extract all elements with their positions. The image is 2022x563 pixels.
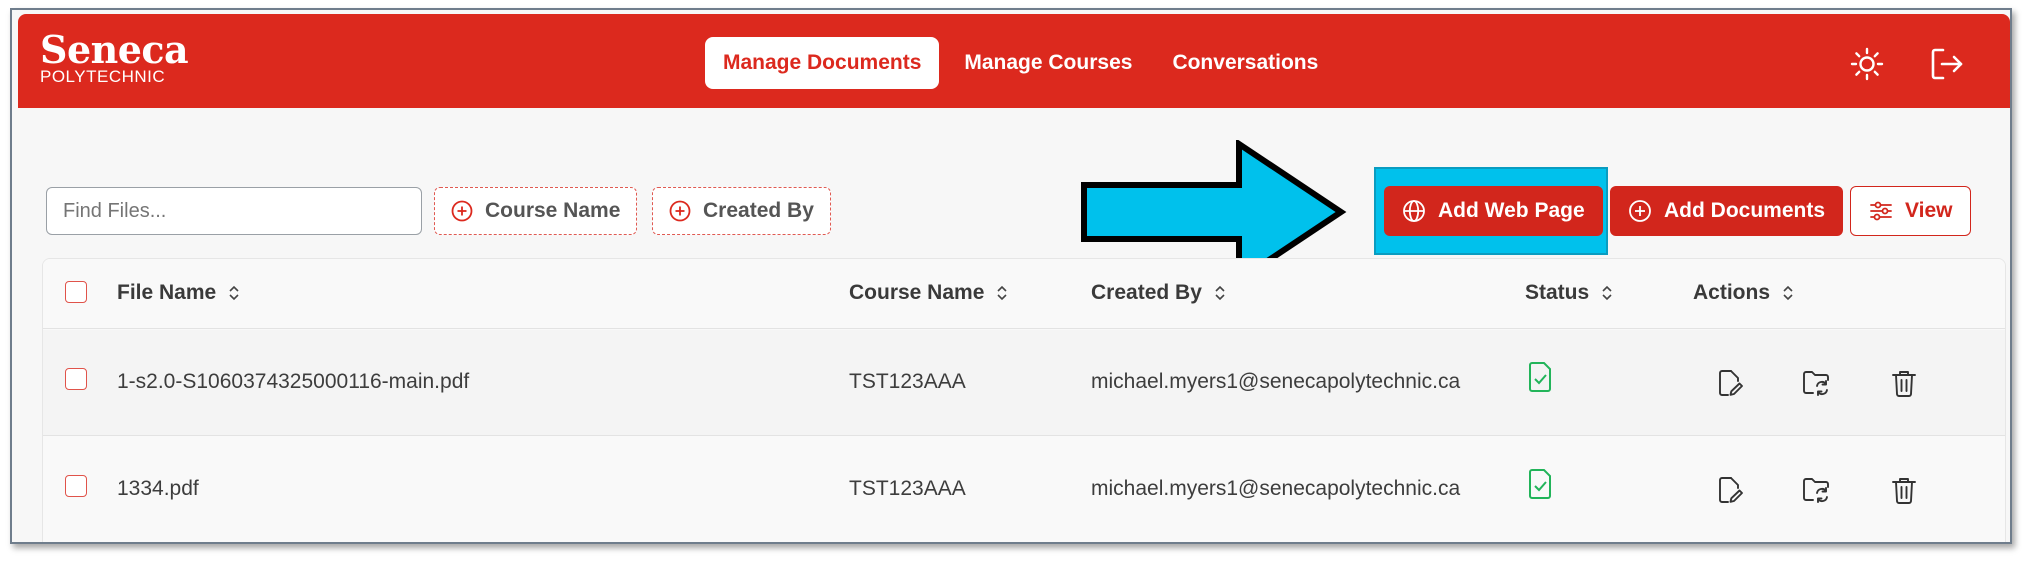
column-header-status[interactable]: Status [1525, 281, 1613, 305]
table-row[interactable]: 1-s2.0-S1060374325000116-main.pdf TST123… [43, 330, 2005, 436]
tab-manage-documents[interactable]: Manage Documents [705, 37, 940, 89]
sliders-icon [1870, 201, 1892, 221]
table-header: File Name Course Name Created By Status … [43, 259, 2005, 329]
created-by-cell: michael.myers1@senecapolytechnic.ca [1091, 477, 1461, 500]
sun-icon[interactable] [1850, 47, 1884, 81]
created-by-filter-label: Created By [703, 199, 814, 222]
table-row[interactable]: 1334.pdf TST123AAA michael.myers1@seneca… [43, 437, 2005, 542]
view-label: View [1905, 199, 1953, 222]
column-header-file-name[interactable]: File Name [117, 281, 240, 305]
file-name-cell[interactable]: 1334.pdf [117, 477, 199, 501]
sort-icon [229, 285, 239, 301]
logout-icon[interactable] [1930, 47, 1964, 81]
plus-circle-icon [451, 200, 473, 222]
add-documents-button[interactable]: Add Documents [1610, 186, 1844, 236]
sort-icon [997, 285, 1007, 301]
folder-sync-icon[interactable] [1801, 475, 1831, 505]
column-label: Status [1525, 281, 1590, 304]
sort-icon [1602, 285, 1612, 301]
course-name-cell: TST123AAA [849, 477, 966, 500]
column-label: Actions [1693, 281, 1771, 304]
view-button[interactable]: View [1850, 186, 1972, 236]
course-name-filter[interactable]: Course Name [434, 187, 638, 235]
course-name-filter-label: Course Name [485, 199, 621, 222]
add-documents-label: Add Documents [1664, 199, 1826, 222]
trash-icon[interactable] [1889, 368, 1919, 398]
plus-circle-icon [1629, 200, 1651, 222]
created-by-filter[interactable]: Created By [652, 187, 831, 235]
tab-manage-courses[interactable]: Manage Courses [944, 37, 1152, 89]
file-name-cell[interactable]: 1-s2.0-S1060374325000116-main.pdf [117, 370, 469, 394]
trash-icon[interactable] [1889, 475, 1919, 505]
row-checkbox[interactable] [65, 368, 87, 390]
column-header-actions[interactable]: Actions [1693, 281, 1794, 305]
column-header-course-name[interactable]: Course Name [849, 281, 1008, 305]
select-all-checkbox[interactable] [65, 281, 87, 303]
column-label: Created By [1091, 281, 1202, 304]
sort-icon [1215, 285, 1225, 301]
top-navbar: Seneca POLYTECHNIC Manage Documents Mana… [18, 14, 2010, 108]
edit-icon[interactable] [1715, 368, 1745, 398]
edit-icon[interactable] [1715, 475, 1745, 505]
created-by-cell: michael.myers1@senecapolytechnic.ca [1091, 370, 1461, 393]
tab-conversations[interactable]: Conversations [1152, 37, 1338, 89]
column-header-created-by[interactable]: Created By [1091, 281, 1226, 305]
main-nav: Manage Documents Manage Courses Conversa… [705, 37, 1338, 89]
logo-wordmark: Seneca [40, 27, 189, 72]
column-label: File Name [117, 281, 217, 304]
row-checkbox[interactable] [65, 475, 87, 497]
globe-icon [1403, 200, 1425, 222]
search-input[interactable] [46, 187, 422, 235]
app-window: Seneca POLYTECHNIC Manage Documents Mana… [10, 8, 2012, 544]
course-name-cell: TST123AAA [849, 370, 966, 393]
file-check-icon [1529, 362, 1551, 392]
add-web-page-button[interactable]: Add Web Page [1384, 186, 1603, 236]
sort-icon [1783, 285, 1793, 301]
add-web-page-label: Add Web Page [1438, 199, 1585, 222]
plus-circle-icon [669, 200, 691, 222]
folder-sync-icon[interactable] [1801, 368, 1831, 398]
file-check-icon [1529, 469, 1551, 499]
documents-table: File Name Course Name Created By Status … [42, 258, 2006, 542]
seneca-logo[interactable]: Seneca POLYTECHNIC [40, 27, 189, 86]
column-label: Course Name [849, 281, 985, 304]
